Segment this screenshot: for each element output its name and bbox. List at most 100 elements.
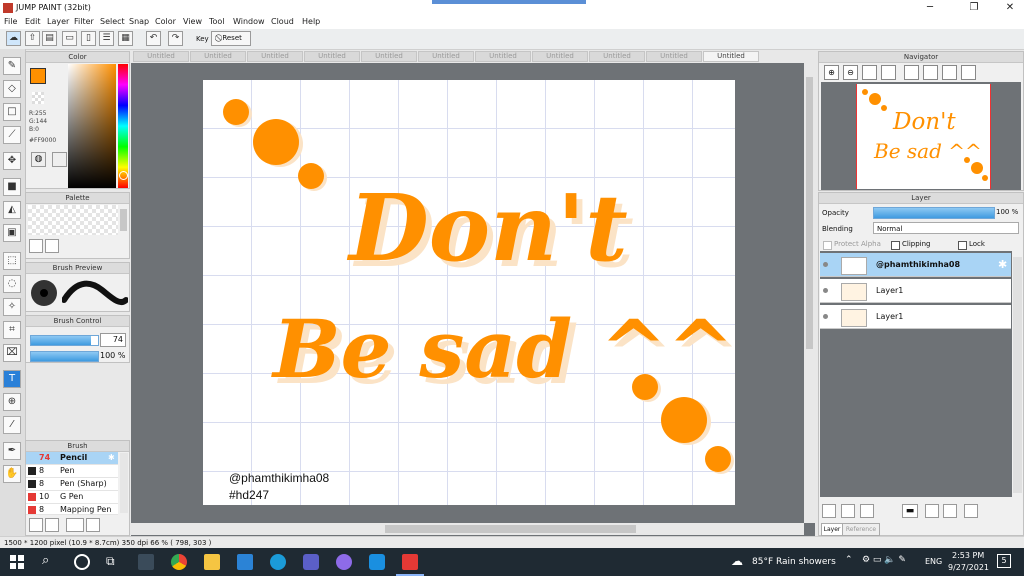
jump-paint-taskbar-icon[interactable] (402, 554, 418, 570)
doc-tab[interactable]: Untitled (304, 51, 360, 62)
new-vector-layer-icon[interactable] (860, 504, 874, 518)
doc-tab[interactable]: Untitled (646, 51, 702, 62)
reference-tab[interactable]: Reference (842, 523, 880, 536)
menu-filter[interactable]: Filter (74, 17, 94, 26)
redo-icon[interactable]: ↷ (168, 31, 183, 46)
duplicate-layer-icon[interactable] (925, 504, 939, 518)
document-icon[interactable]: ▯ (81, 31, 96, 46)
fill-rect-tool-icon[interactable]: ■ (3, 178, 21, 196)
vertical-scrollbar[interactable] (804, 63, 815, 523)
menu-snap[interactable]: Snap (129, 17, 149, 26)
brush-settings-icon[interactable] (86, 518, 100, 532)
visibility-icon[interactable] (823, 288, 828, 293)
brush-tool-icon[interactable]: ✎ (3, 57, 21, 75)
language-indicator[interactable]: ENG (925, 557, 942, 566)
palette-delete-icon[interactable] (45, 239, 59, 253)
select-pen-icon[interactable]: ⌗ (3, 321, 21, 339)
layer-list-scrollbar[interactable] (1013, 257, 1022, 493)
merge-layer-icon[interactable] (943, 504, 957, 518)
brush-item-mapping-pen[interactable]: 8 Mapping Pen (26, 504, 118, 515)
save-icon[interactable]: ▤ (42, 31, 57, 46)
rect-tool-icon[interactable]: □ (3, 103, 21, 121)
horizontal-scrollbar[interactable] (131, 523, 804, 535)
select-eraser-icon[interactable]: ⌧ (3, 344, 21, 362)
task-view-icon[interactable]: ⧉ (106, 554, 115, 569)
palette-new-icon[interactable] (29, 239, 43, 253)
palette-swatches[interactable] (28, 205, 118, 235)
fit-icon[interactable] (862, 65, 877, 80)
palette-scrollbar[interactable] (120, 209, 127, 231)
lasso-select-icon[interactable]: ◌ (3, 275, 21, 293)
brush-size-value[interactable]: 74 (100, 333, 126, 347)
chrome-icon[interactable] (171, 554, 187, 570)
navigator-viewport[interactable]: Don't Be sad ^^ (821, 82, 1021, 190)
magic-wand-icon[interactable]: ✧ (3, 298, 21, 316)
operation-tool-icon[interactable]: ⊕ (3, 393, 21, 411)
cortana-icon[interactable] (74, 554, 90, 570)
eraser-tool-icon[interactable]: ◇ (3, 80, 21, 98)
saturation-value-picker[interactable] (68, 64, 116, 188)
menu-tool[interactable]: Tool (209, 17, 225, 26)
color-wheel-icon[interactable]: ◍ (31, 152, 46, 167)
menu-cloud[interactable]: Cloud (271, 17, 294, 26)
minimize-button[interactable]: ─ (912, 1, 948, 15)
store-icon[interactable] (138, 554, 154, 570)
actual-size-icon[interactable] (881, 65, 896, 80)
brush-item-g-pen[interactable]: 10 G Pen (26, 491, 118, 504)
rect-select-icon[interactable]: ⬚ (3, 252, 21, 270)
brush-delete-icon[interactable] (45, 518, 59, 532)
lock-checkbox[interactable] (958, 241, 967, 250)
teams-icon[interactable] (303, 554, 319, 570)
protect-alpha-checkbox[interactable] (823, 241, 832, 250)
search-icon[interactable]: ⌕ (42, 553, 49, 568)
layer-item-layer1-copy[interactable]: Layer1 (820, 305, 1011, 329)
flip-icon[interactable] (961, 65, 976, 80)
menu-window[interactable]: Window (233, 17, 265, 26)
doc-tab[interactable]: Untitled (133, 51, 189, 62)
doc-tab[interactable]: Untitled (418, 51, 474, 62)
file-explorer-icon[interactable] (204, 554, 220, 570)
open-icon[interactable]: ⇧ (25, 31, 40, 46)
windows-start-icon[interactable] (10, 555, 24, 569)
visibility-icon[interactable] (823, 314, 828, 319)
mail-icon[interactable] (237, 554, 253, 570)
bucket-tool-icon[interactable]: ◭ (3, 201, 21, 219)
move-tool-icon[interactable]: ✥ (3, 152, 21, 170)
hue-handle[interactable] (119, 171, 128, 180)
blending-select[interactable]: Normal (873, 222, 1019, 234)
hue-slider[interactable] (118, 64, 128, 188)
notification-icon[interactable]: 5 (997, 554, 1011, 568)
doc-tab[interactable]: Untitled (532, 51, 588, 62)
reset-button[interactable]: ⃠ Reset (211, 31, 251, 46)
tray-icons[interactable]: ⚙ ▭ 🔈 ✎ (862, 555, 906, 565)
brush-item-pencil[interactable]: 74 Pencil ✱ (26, 452, 118, 465)
gear-icon[interactable]: ✱ (998, 258, 1007, 271)
layer-item-layer1[interactable]: Layer1 (820, 279, 1011, 303)
clock-time[interactable]: 2:53 PM (952, 551, 984, 560)
transparent-color-swatch[interactable] (32, 92, 44, 104)
vertical-scroll-thumb[interactable] (806, 77, 813, 349)
hand-tool-icon[interactable]: ✋ (3, 465, 21, 483)
menu-view[interactable]: View (183, 17, 202, 26)
undo-icon[interactable]: ↶ (146, 31, 161, 46)
horizontal-scroll-thumb[interactable] (385, 525, 636, 533)
clock-date[interactable]: 9/27/2021 (948, 563, 989, 572)
new-raster-layer-icon[interactable] (841, 504, 855, 518)
doc-tab[interactable]: Untitled (190, 51, 246, 62)
zoom-in-icon[interactable]: ⊕ (824, 65, 839, 80)
gear-icon[interactable]: ✱ (108, 452, 115, 464)
menu-select[interactable]: Select (100, 17, 125, 26)
layer-item-text[interactable]: @phamthikimha08 ✱ (820, 253, 1011, 277)
cloud-icon[interactable]: ☁ (6, 31, 21, 46)
menu-edit[interactable]: Edit (25, 17, 41, 26)
visibility-icon[interactable] (823, 262, 828, 267)
gradient-tool-icon[interactable]: ▣ (3, 224, 21, 242)
layer-tab[interactable]: Layer (821, 523, 843, 536)
clipping-checkbox[interactable] (891, 241, 900, 250)
zoom-out-icon[interactable]: ⊖ (843, 65, 858, 80)
line-tool-icon[interactable]: ⟋ (3, 126, 21, 144)
brush-opacity-slider[interactable] (30, 351, 99, 362)
brush-item-pen[interactable]: 8 Pen (26, 465, 118, 478)
doc-tab[interactable]: Untitled (475, 51, 531, 62)
folder-icon[interactable]: ▬ (902, 504, 918, 518)
